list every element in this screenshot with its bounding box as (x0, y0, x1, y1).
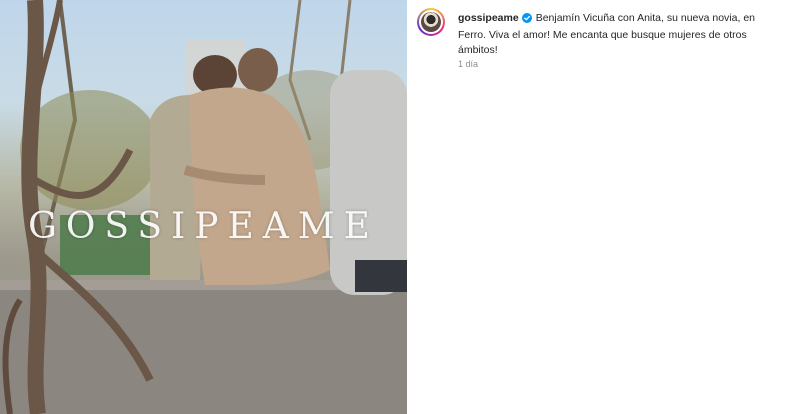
post-side-panel: gossipeame Benjamín Vicuña con Anita, su … (407, 0, 800, 414)
watermark: GOSSIPEAME (28, 206, 379, 247)
username-link[interactable]: gossipeame (458, 12, 519, 24)
post-caption: gossipeame Benjamín Vicuña con Anita, su … (458, 11, 778, 58)
post-photo[interactable]: GOSSIPEAME (0, 0, 407, 414)
post-timestamp[interactable]: 1 día (458, 59, 478, 69)
avatar-image (421, 12, 441, 32)
avatar[interactable] (417, 8, 445, 36)
avatar-ring (419, 10, 443, 34)
verified-badge-icon (521, 13, 532, 28)
